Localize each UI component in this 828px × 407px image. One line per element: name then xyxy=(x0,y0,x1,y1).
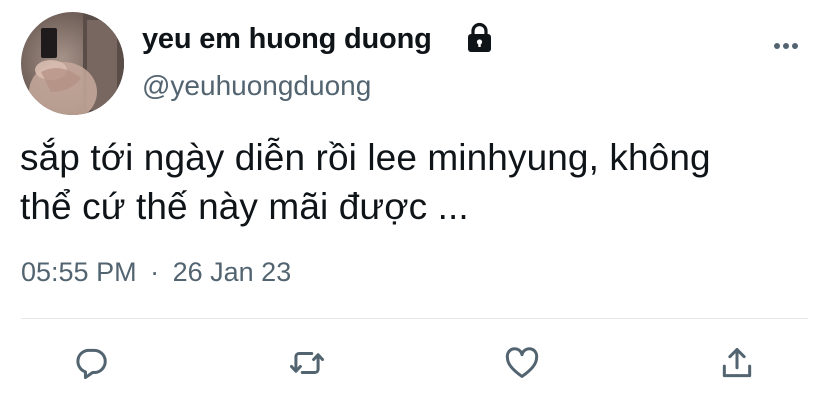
more-icon xyxy=(774,43,798,49)
display-name[interactable]: yeu em huong duong xyxy=(142,23,432,56)
lock-icon xyxy=(466,22,493,54)
share-button[interactable] xyxy=(717,343,757,383)
tweet-timestamp[interactable]: 05:55 PM · 26 Jan 23 xyxy=(21,257,291,288)
tweet-date: 26 Jan 23 xyxy=(172,257,292,287)
tweet-text-line: sắp tới ngày diễn rồi lee minhyung, khôn… xyxy=(20,137,711,178)
reply-button[interactable] xyxy=(71,343,111,383)
profile-photo xyxy=(21,12,124,115)
more-options-button[interactable] xyxy=(764,32,808,58)
like-button[interactable] xyxy=(502,343,542,383)
meta-separator: · xyxy=(150,257,160,287)
user-handle[interactable]: @yeuhuongduong xyxy=(142,70,371,102)
divider xyxy=(21,318,808,319)
retweet-icon xyxy=(289,351,325,375)
share-icon xyxy=(722,348,752,378)
tweet-time: 05:55 PM xyxy=(21,257,137,287)
retweet-button[interactable] xyxy=(287,343,327,383)
tweet-text: sắp tới ngày diễn rồi lee minhyung, khôn… xyxy=(20,133,810,231)
reply-icon xyxy=(76,348,107,380)
like-icon xyxy=(505,347,539,378)
tweet-text-line: thể cứ thế này mãi được ... xyxy=(20,186,469,227)
avatar[interactable] xyxy=(21,12,124,115)
